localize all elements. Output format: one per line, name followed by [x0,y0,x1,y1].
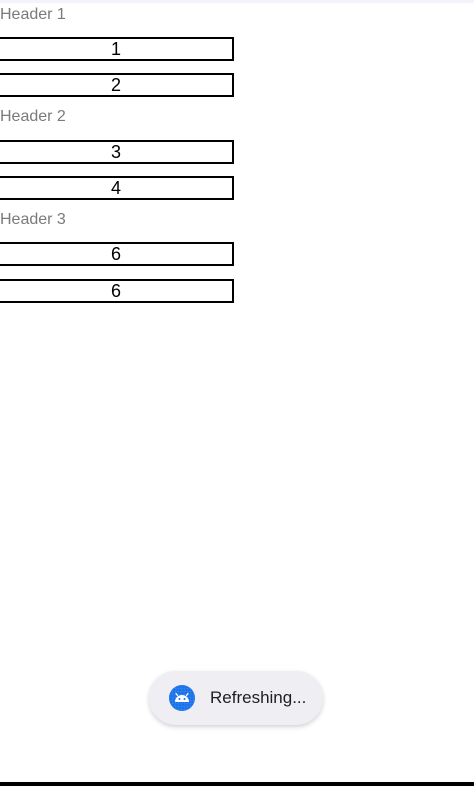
list-item-label: 4 [110,178,121,198]
list-item-label: 1 [110,39,121,59]
refresh-toast: Refreshing... [149,671,323,725]
list-item-label: 3 [110,142,121,162]
list-item-6[interactable]: 6 [0,279,234,303]
list-item-1[interactable]: 1 [0,37,234,61]
list-item-label: 6 [110,244,121,264]
list-item-4[interactable]: 4 [0,176,234,200]
list-item-label: 6 [110,281,121,301]
list-item-5[interactable]: 6 [0,242,234,266]
list-item-label: 2 [110,75,121,95]
toast-message: Refreshing... [210,688,307,707]
android-app-icon [169,685,195,711]
list-item-3[interactable]: 3 [0,140,234,164]
status-bar [0,0,474,3]
section-header-1: Header 1 [0,6,66,23]
list-item-2[interactable]: 2 [0,73,234,97]
section-header-2: Header 2 [0,108,66,125]
navigation-bar [0,782,474,786]
section-header-3: Header 3 [0,211,66,228]
